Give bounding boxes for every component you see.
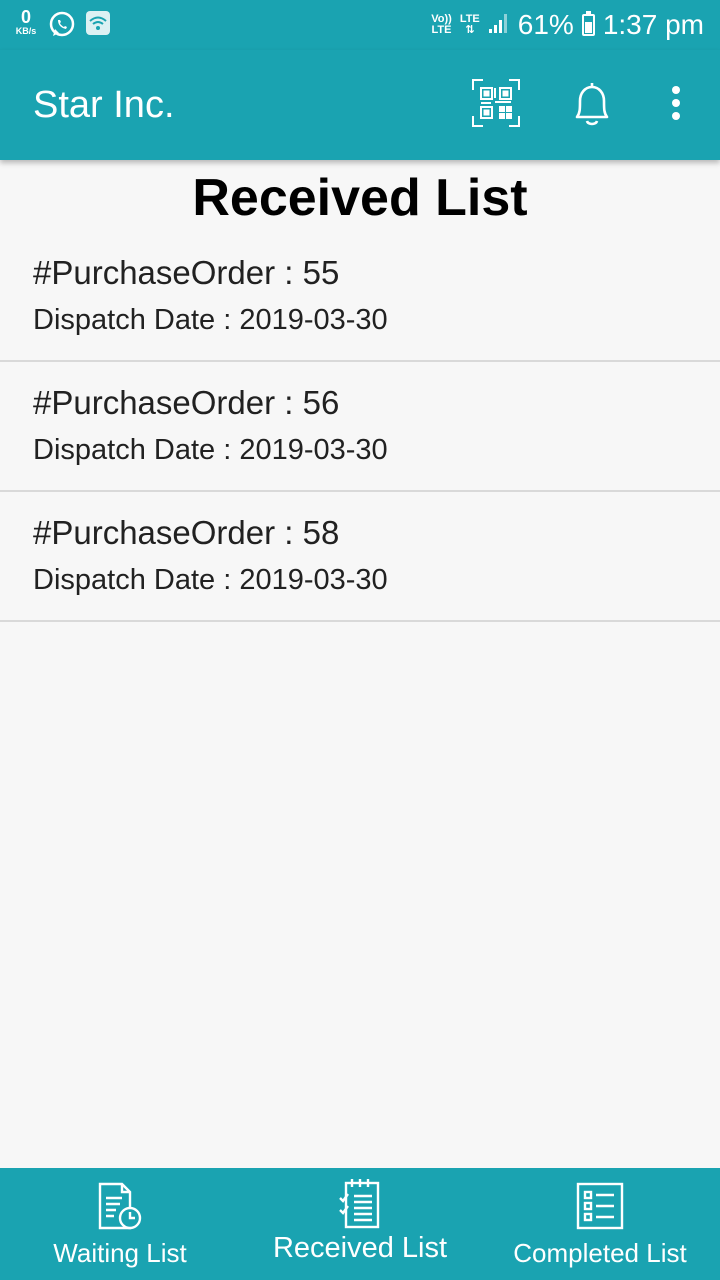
lte-indicator: LTE ⇅ [460, 14, 480, 36]
list-item[interactable]: #PurchaseOrder : 58 Dispatch Date : 2019… [0, 492, 720, 622]
bottom-navigation: Waiting List Received List Completed Lis… [0, 1168, 720, 1280]
qr-scan-button[interactable] [466, 75, 526, 135]
nav-completed-list-label: Completed List [513, 1238, 687, 1268]
whatsapp-icon [48, 11, 76, 44]
dispatch-date: Dispatch Date : 2019-03-30 [33, 564, 388, 596]
signal-icon [488, 9, 510, 41]
status-bar: 0 KB/s Vo)) LTE LTE ⇅ 61% 1:37 pm [0, 0, 720, 50]
overflow-menu-button[interactable] [646, 75, 706, 135]
nav-waiting-list-label: Waiting List [53, 1238, 187, 1268]
nav-received-list-label: Received List [272, 1232, 448, 1264]
purchase-order-title: #PurchaseOrder : 55 [33, 254, 340, 291]
dispatch-date: Dispatch Date : 2019-03-30 [33, 304, 388, 336]
clock: 1:37 pm [602, 9, 704, 40]
app-title: Star Inc. [33, 84, 175, 126]
battery-percent: 61% [517, 9, 574, 40]
purchase-order-list: #PurchaseOrder : 55 Dispatch Date : 2019… [0, 232, 720, 622]
dispatch-date: Dispatch Date : 2019-03-30 [33, 434, 388, 466]
network-speed-value: 0 [20, 7, 31, 27]
network-speed: 0 KB/s [10, 8, 42, 36]
list-item[interactable]: #PurchaseOrder : 55 Dispatch Date : 2019… [0, 232, 720, 362]
status-right: Vo)) LTE LTE ⇅ 61% 1:37 pm [431, 9, 704, 41]
lte-arrows-icon: ⇅ [465, 24, 475, 36]
page-title: Received List [192, 169, 528, 227]
purchase-order-title: #PurchaseOrder : 58 [33, 514, 340, 551]
notification-bell-icon [569, 79, 615, 132]
qr-code-icon [471, 78, 521, 133]
overflow-menu-icon [671, 85, 681, 126]
list-item[interactable]: #PurchaseOrder : 56 Dispatch Date : 2019… [0, 362, 720, 492]
network-speed-unit: KB/s [15, 26, 37, 36]
document-clock-icon [96, 1182, 144, 1237]
completed-checklist-icon [576, 1182, 624, 1235]
nav-waiting-list[interactable]: Waiting List [0, 1168, 240, 1280]
checklist-notepad-icon [338, 1178, 382, 1235]
volte-indicator: Vo)) LTE [431, 14, 452, 36]
nav-completed-list[interactable]: Completed List [480, 1168, 720, 1280]
wifi-hotspot-icon [86, 11, 110, 40]
notifications-button[interactable] [562, 75, 622, 135]
battery-fill [584, 22, 592, 33]
app-bar: Star Inc. [0, 50, 720, 160]
volte-label-bottom: LTE [431, 24, 452, 36]
purchase-order-title: #PurchaseOrder : 56 [33, 384, 340, 421]
battery-icon [581, 11, 595, 36]
nav-received-list[interactable]: Received List [240, 1168, 480, 1280]
